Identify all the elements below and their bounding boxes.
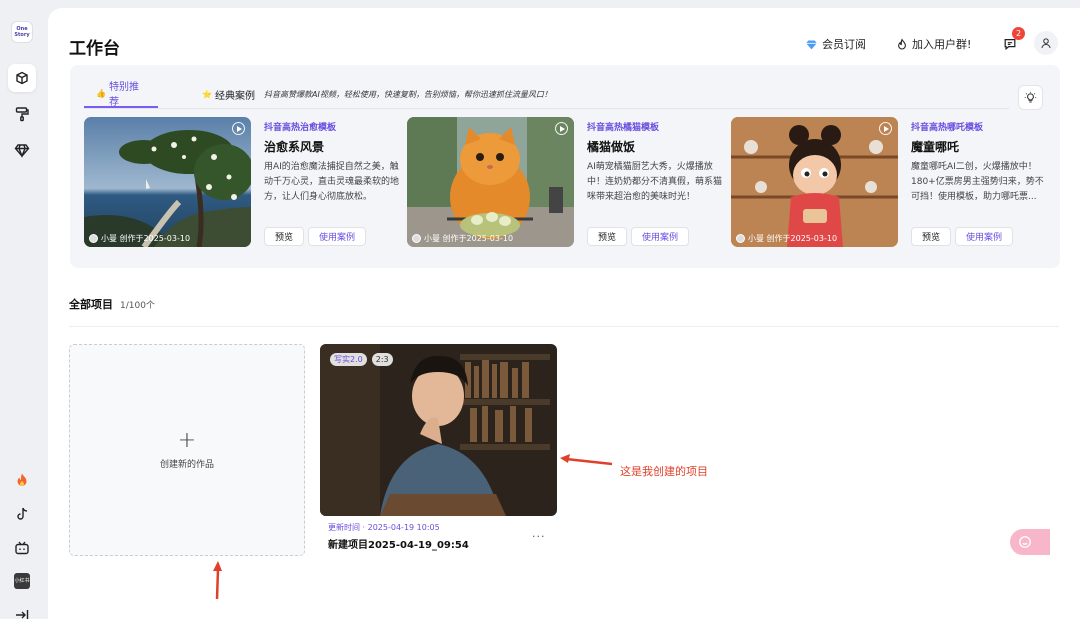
project-ratio-tag: 2:3 (371, 353, 393, 366)
template-card[interactable]: 小曼 创作于2025-03-10 抖音高热治愈模板 治愈系风景 用AI的治愈魔法… (84, 117, 404, 247)
fire-icon (17, 473, 27, 486)
annotation-arrow-left (560, 454, 613, 466)
card-meta-text: 小曼 创作于2025-03-10 (101, 234, 191, 243)
lightbulb-icon (1024, 91, 1037, 103)
featured-description: 抖音高赞爆款AI视频，轻松使用，快速复制，告别烦恼，帮你迅速抓住流量风口！ (264, 90, 552, 99)
xiaohongshu-icon: 小红书 (14, 573, 30, 589)
card-meta: 小曼 创作于2025-03-10 (736, 233, 837, 244)
card-description: 魔童哪吒AI二创，火爆播放中！180+亿票房男主强势归来，势不可挡！使用模板，助… (911, 162, 1044, 202)
card-meta: 小曼 创作于2025-03-10 (89, 233, 190, 244)
card-title: 治愈系风景 (264, 140, 325, 154)
template-thumbnail[interactable]: 小曼 创作于2025-03-10 (84, 117, 251, 247)
card-title: 橘猫做饭 (587, 140, 636, 154)
project-style-tag: 写实2.0 (330, 353, 367, 366)
annotation-text: 这是我创建的项目 (620, 465, 708, 478)
logo-text: One Story (14, 26, 30, 38)
floating-assistant-button[interactable] (1010, 529, 1050, 555)
card-meta: 小曼 创作于2025-03-10 (412, 233, 513, 244)
annotation-arrow-up (213, 561, 222, 600)
use-case-button[interactable]: 使用案例 (955, 227, 1014, 246)
preview-button[interactable]: 预览 (587, 227, 628, 246)
collapse-icon (16, 610, 29, 619)
tab-special-recommend[interactable]: 👍 特别推荐 (84, 80, 158, 108)
create-project-button[interactable]: + 创建新的作品 (69, 344, 305, 556)
projects-count: 1/100个 (120, 301, 155, 311)
template-card[interactable]: 小曼 创作于2025-03-10 抖音高热橘猫模板 橘猫做饭 AI萌宠橘猫厨艺大… (407, 117, 727, 247)
template-thumbnail[interactable]: 小曼 创作于2025-03-10 (407, 117, 574, 247)
template-thumbnail[interactable]: 小曼 创作于2025-03-10 (731, 117, 898, 247)
join-group-label: 加入用户群! (912, 38, 972, 51)
card-description: AI萌宠橘猫厨艺大秀，火爆播放中！连奶奶都分不清真假，萌系猫咪带来超治愈的美味时… (587, 162, 723, 202)
join-group-button[interactable]: 加入用户群! (896, 34, 971, 54)
tab-classic-cases[interactable]: ⭐ 经典案例 (190, 80, 267, 108)
creator-avatar (89, 234, 98, 243)
creator-avatar (412, 234, 421, 243)
section-divider (69, 326, 1059, 327)
diamond-icon (14, 144, 30, 158)
sidebar-item-douyin[interactable] (8, 500, 36, 528)
sidebar-item-templates[interactable] (8, 100, 36, 128)
card-description: 用AI的治愈魔法捕捉自然之美，触动千万心灵，直击灵魂最柔软的地方，让人们身心彻底… (264, 162, 400, 202)
sidebar-item-workbench[interactable] (8, 64, 36, 92)
sidebar-collapse[interactable] (8, 601, 36, 619)
tiktok-icon (17, 507, 28, 520)
theme-toggle-button[interactable] (1018, 85, 1043, 110)
bilibili-icon (15, 541, 29, 555)
plus-icon: + (177, 427, 197, 453)
template-card[interactable]: 小曼 创作于2025-03-10 抖音高热哪吒模板 魔童哪吒 魔童哪吒AI二创，… (731, 117, 1051, 247)
box-icon (16, 71, 28, 85)
project-more-button[interactable]: ··· (532, 530, 546, 543)
tab-label: 经典案例 (214, 90, 255, 102)
user-avatar[interactable] (1034, 31, 1058, 55)
orange-cat-image (407, 117, 574, 247)
card-meta-text: 小曼 创作于2025-03-10 (424, 234, 514, 243)
project-name[interactable]: 新建项目2025-04-19_09:54 (328, 536, 469, 551)
sidebar-item-bilibili[interactable] (8, 534, 36, 562)
project-updated-time: 更新时间 · 2025-04-19 10:05 (328, 523, 440, 532)
healing-landscape-image (84, 117, 251, 247)
assistant-icon (1019, 536, 1031, 548)
sidebar-item-membership[interactable] (8, 136, 36, 164)
preview-button[interactable]: 预览 (911, 227, 952, 246)
diamond-icon (806, 39, 817, 49)
page-title: 工作台 (69, 39, 120, 59)
featured-panel: 👍 特别推荐 ⭐ 经典案例 抖音高赞爆款AI视频，轻松使用，快速复制，告别烦恼，… (70, 65, 1060, 268)
sidebar-item-hot[interactable] (8, 466, 36, 494)
use-case-button[interactable]: 使用案例 (631, 227, 690, 246)
play-icon[interactable] (879, 122, 892, 135)
project-thumbnail (320, 344, 557, 516)
nezha-image (731, 117, 898, 247)
thumbs-up-icon: 👍 (96, 88, 106, 98)
card-tag: 抖音高热橘猫模板 (587, 123, 660, 133)
card-tag: 抖音高热治愈模板 (264, 123, 337, 133)
use-case-button[interactable]: 使用案例 (308, 227, 367, 246)
card-meta-text: 小曼 创作于2025-03-10 (748, 234, 838, 243)
play-icon[interactable] (555, 122, 568, 135)
app-logo[interactable]: One Story (11, 21, 33, 43)
xiaohongshu-label: 小红书 (14, 578, 30, 584)
play-icon[interactable] (232, 122, 245, 135)
creator-avatar (736, 234, 745, 243)
flame-icon (898, 37, 906, 49)
card-tag: 抖音高热哪吒模板 (911, 123, 984, 133)
preview-button[interactable]: 预览 (264, 227, 305, 246)
create-project-label: 创建新的作品 (159, 459, 214, 470)
paint-roller-icon (15, 107, 29, 122)
membership-label: 会员订阅 (822, 38, 866, 51)
message-badge: 2 (1012, 27, 1025, 40)
sidebar-item-xiaohongshu[interactable]: 小红书 (8, 567, 36, 595)
user-icon (1041, 38, 1051, 49)
membership-button[interactable]: 会员订阅 (805, 34, 866, 54)
star-icon: ⭐ (202, 89, 212, 99)
tab-label: 特别推荐 (108, 82, 139, 108)
main-panel: 工作台 会员订阅 加入用户群! 2 👍 特别推荐 ⭐ 经典案例 抖音高赞爆款AI… (48, 8, 1080, 619)
card-title: 魔童哪吒 (911, 140, 960, 154)
sidebar: One Story 小红书 (0, 0, 46, 619)
projects-title: 全部项目 (69, 298, 113, 311)
project-card[interactable]: 写实2.0 2:3 (320, 344, 557, 516)
tab-divider (84, 108, 1009, 109)
